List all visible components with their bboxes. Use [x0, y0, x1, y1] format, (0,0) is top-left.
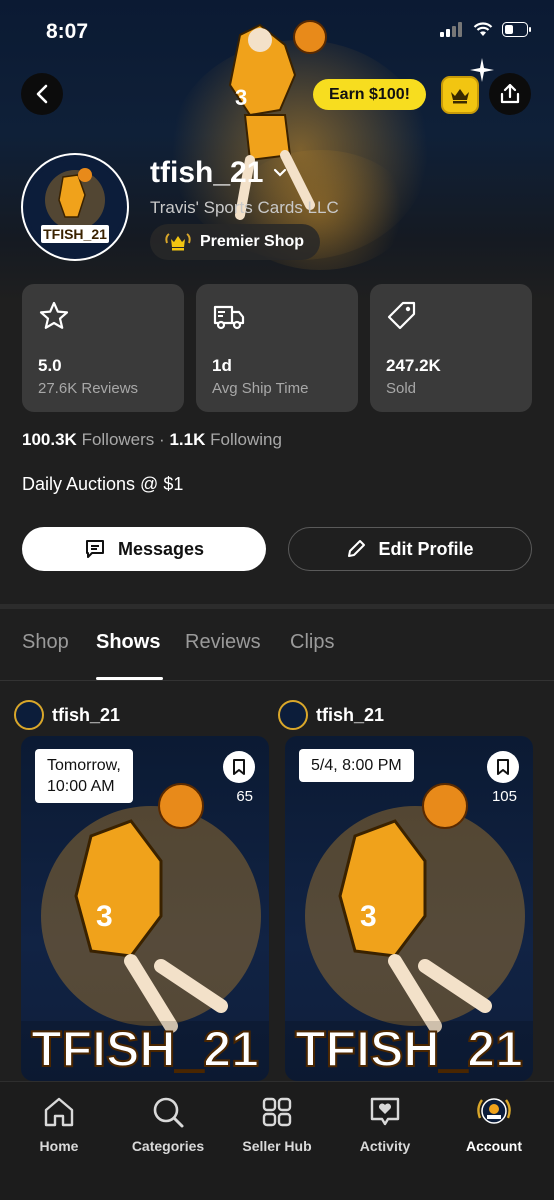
nav-label: Seller Hub [242, 1138, 312, 1154]
host-name: tfish_21 [52, 704, 121, 725]
username: tfish_21 [150, 156, 264, 189]
status-time: 8:07 [46, 20, 89, 43]
premier-shop-badge[interactable]: Premier Shop [150, 224, 321, 260]
crown-icon [451, 89, 469, 104]
truck-icon [213, 305, 245, 330]
avatar-logo: TFISH_21 [27, 159, 123, 255]
host-name: tfish_21 [316, 704, 385, 725]
account-avatar-icon [477, 1098, 511, 1124]
show-time-line1: Tomorrow, [47, 757, 121, 774]
show-art-text: TFISH_21 [295, 1021, 523, 1077]
tab-shop[interactable]: Shop [22, 631, 69, 654]
stat-label: Avg Ship Time [212, 380, 309, 397]
nav-seller-hub[interactable]: Seller Hub [222, 1094, 332, 1154]
follow-separator: · [159, 430, 165, 449]
premier-crown-icon [165, 233, 191, 251]
nav-label: Home [39, 1138, 79, 1154]
nav-label: Categories [131, 1138, 205, 1154]
bookmark-icon [497, 759, 509, 775]
sparkle-icon [470, 58, 494, 82]
stat-label: 27.6K Reviews [38, 380, 139, 397]
svg-text:3: 3 [96, 900, 113, 933]
messages-label: Messages [117, 538, 205, 559]
show-time-line1: 5/4, 8:00 PM [311, 757, 402, 774]
show-time-chip: 5/4, 8:00 PM [299, 749, 414, 782]
bottom-navigation: Home Categories Seller Hub Activity Acco… [0, 1081, 554, 1200]
stat-label: Sold [386, 380, 417, 397]
stat-value: 247.2K [386, 356, 441, 375]
star-icon [39, 301, 69, 329]
chevron-left-icon [36, 84, 48, 104]
back-button[interactable] [21, 73, 63, 115]
battery-icon [502, 22, 531, 37]
tab-reviews[interactable]: Reviews [185, 631, 261, 654]
message-icon [85, 540, 104, 558]
avatar-text: TFISH_21 [43, 226, 107, 242]
home-icon [44, 1097, 74, 1127]
show-thumbnail: 3 TFISH_21 [21, 783, 269, 1081]
signal-icon [440, 22, 462, 37]
earn-reward-button[interactable]: Earn $100! [313, 79, 426, 110]
nav-home[interactable]: Home [4, 1094, 114, 1154]
nav-account[interactable]: Account [439, 1094, 549, 1154]
tag-icon [387, 301, 416, 330]
followers-label[interactable]: Followers [82, 430, 155, 449]
nav-categories[interactable]: Categories [113, 1094, 223, 1154]
search-icon [153, 1097, 184, 1128]
chevron-down-icon[interactable] [273, 168, 287, 178]
profile-bio: Daily Auctions @ $1 [22, 474, 184, 494]
profile-avatar[interactable]: TFISH_21 [21, 153, 129, 261]
shop-name: Travis' Sports Cards LLC [150, 198, 339, 217]
followers-count[interactable]: 100.3K [22, 430, 77, 449]
show-art-text: TFISH_21 [31, 1021, 259, 1077]
tab-clips[interactable]: Clips [290, 631, 334, 654]
show-time-chip: Tomorrow, 10:00 AM [35, 749, 133, 803]
grid-icon [262, 1097, 292, 1127]
pencil-icon [348, 540, 366, 557]
show-card[interactable]: 3 TFISH_21 Tomorrow, 10:00 AM 65 [21, 736, 269, 1081]
status-icons [440, 22, 532, 37]
stat-card-sold: 247.2K Sold [370, 284, 532, 412]
following-label[interactable]: Following [210, 430, 282, 449]
stat-value: 1d [212, 356, 232, 375]
messages-button[interactable]: Messages [22, 527, 266, 571]
bookmark-button[interactable] [487, 751, 519, 783]
share-button[interactable] [489, 73, 531, 115]
following-count[interactable]: 1.1K [169, 430, 205, 449]
show-time-line2: 10:00 AM [47, 778, 115, 795]
follow-stats: 100.3K Followers · 1.1K Following [22, 430, 282, 450]
tab-shows[interactable]: Shows [96, 631, 160, 654]
show-card[interactable]: 3 TFISH_21 5/4, 8:00 PM 105 [285, 736, 533, 1081]
show-host[interactable]: tfish_21 [278, 700, 384, 730]
stat-card-shipping: 1d Avg Ship Time [196, 284, 358, 412]
edit-profile-label: Edit Profile [378, 538, 474, 559]
show-host[interactable]: tfish_21 [14, 700, 120, 730]
tabs-divider [0, 680, 554, 681]
bookmark-icon [233, 759, 245, 775]
share-icon [500, 83, 520, 104]
svg-text:3: 3 [360, 900, 377, 933]
nav-label: Activity [359, 1138, 411, 1154]
host-avatar [278, 700, 308, 730]
stat-value: 5.0 [38, 356, 62, 375]
edit-profile-button[interactable]: Edit Profile [288, 527, 532, 571]
section-divider [0, 604, 554, 609]
svg-text:3: 3 [235, 85, 247, 110]
heart-chat-icon [370, 1097, 400, 1126]
show-thumbnail: 3 TFISH_21 [285, 783, 533, 1081]
stat-card-rating[interactable]: 5.0 27.6K Reviews [22, 284, 184, 412]
host-avatar [14, 700, 44, 730]
bookmark-count: 65 [236, 788, 253, 805]
premier-shop-label: Premier Shop [200, 233, 305, 250]
nav-label: Account [466, 1138, 522, 1154]
bookmark-button[interactable] [223, 751, 255, 783]
bookmark-count: 105 [491, 788, 517, 805]
wifi-icon [473, 22, 493, 36]
nav-activity[interactable]: Activity [330, 1094, 440, 1154]
username-row[interactable]: tfish_21 [150, 156, 287, 190]
